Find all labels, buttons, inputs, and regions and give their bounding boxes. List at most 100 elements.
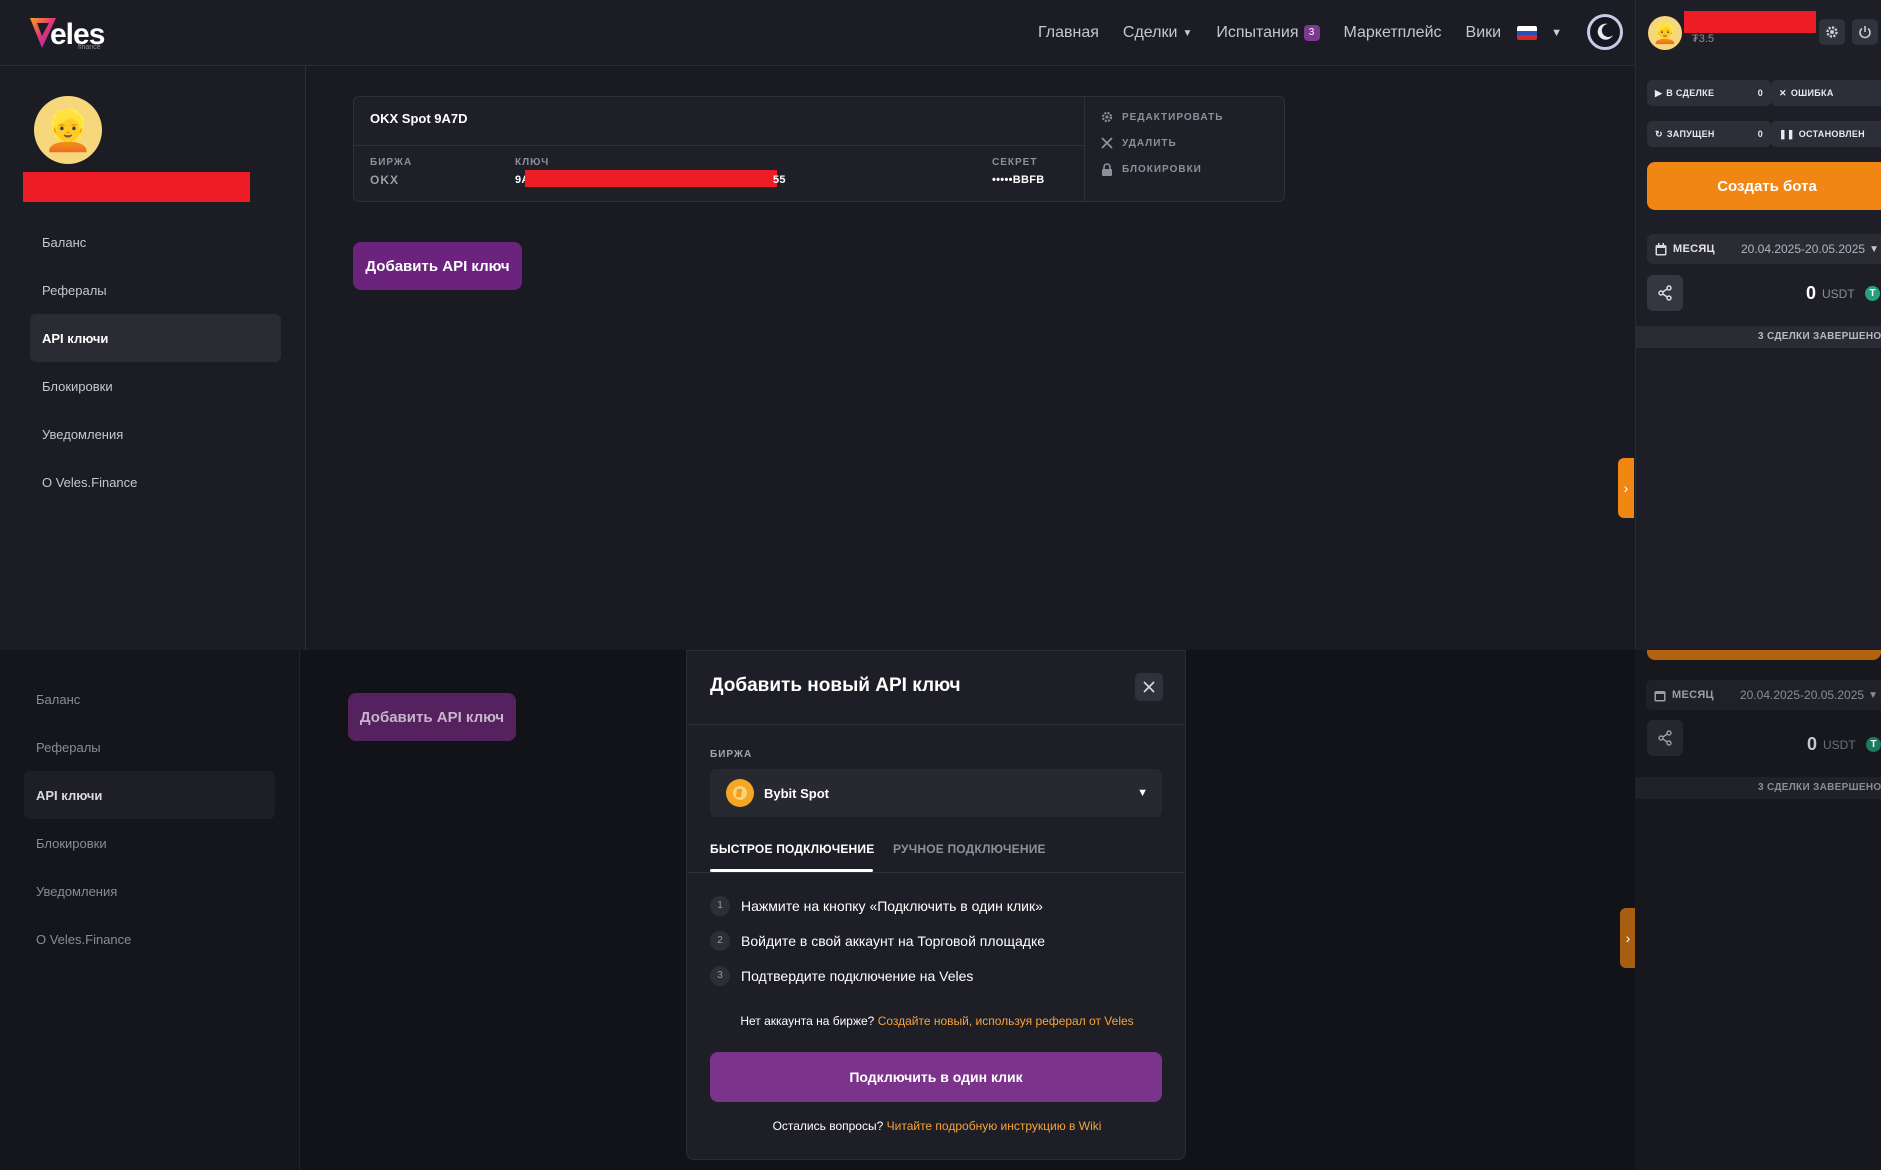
tab-manual-connect[interactable]: РУЧНОЕ ПОДКЛЮЧЕНИЕ [893, 842, 1046, 856]
logo-subtext: finance [78, 44, 101, 51]
veles-logo[interactable]: eles finance [28, 12, 118, 52]
card-divider [1084, 97, 1085, 201]
ru-flag-icon [1517, 26, 1538, 40]
sidebar-item-label: Уведомления [42, 426, 124, 442]
close-icon [1098, 137, 1116, 149]
edit-key-label: РЕДАКТИРОВАТЬ [1122, 111, 1224, 123]
nav-marketplace[interactable]: Маркетплейс [1344, 24, 1442, 42]
panel-toggle-tab-dimmed[interactable]: › [1620, 908, 1636, 968]
caret-down-icon: ▼ [1551, 27, 1562, 39]
power-icon [1859, 26, 1871, 39]
key-blocks-button[interactable]: БЛОКИРОВКИ [1098, 163, 1202, 176]
tether-icon: T [1866, 737, 1881, 752]
secret-value: •••••BBFB [992, 174, 1045, 186]
redacted-key [525, 170, 777, 187]
moon-icon [1597, 23, 1613, 40]
card-divider [354, 145, 1084, 146]
modal-close-button[interactable] [1135, 673, 1163, 701]
share-button[interactable] [1647, 275, 1683, 311]
stat-stopped[interactable]: ❚❚ОСТАНОВЛЕН0 [1771, 121, 1881, 147]
tab-quick-connect[interactable]: БЫСТРОЕ ПОДКЛЮЧЕНИЕ [710, 842, 874, 856]
stat-running[interactable]: ↻ ЗАПУЩЕН 0 [1647, 121, 1771, 147]
create-bot-button[interactable]: Создать бота [1647, 162, 1881, 210]
user-balance: ₮3.5 [1692, 33, 1715, 45]
add-api-key-button-dimmed[interactable]: Добавить API ключ [348, 693, 516, 741]
connect-step: 1 Нажмите на кнопку «Подключить в один кл… [710, 896, 1043, 916]
profile-sidebar-dimmed: Баланс Рефералы API ключи Блокировки Уве… [0, 650, 300, 1170]
logout-button[interactable] [1852, 19, 1878, 45]
language-selector[interactable]: ▼ [1517, 26, 1562, 40]
stat-in-deal-label: В СДЕЛКЕ [1666, 88, 1715, 98]
edit-key-button[interactable]: РЕДАКТИРОВАТЬ [1098, 111, 1223, 123]
period-selector[interactable]: МЕСЯЦ 20.04.2025-20.05.2025 ▼ [1647, 234, 1881, 264]
sidebar-item-notifications[interactable]: Уведомления [24, 867, 275, 915]
profile-avatar[interactable]: 👱 [34, 96, 102, 164]
no-account-note: Нет аккаунта на бирже? Создайте новый, и… [687, 1014, 1187, 1028]
key-label: КЛЮЧ [515, 157, 550, 168]
sidebar-item-about[interactable]: О Veles.Finance [30, 458, 281, 506]
user-avatar[interactable]: 👱 [1648, 16, 1682, 50]
sidebar-item-blocks[interactable]: Блокировки [24, 819, 275, 867]
period-selector[interactable]: МЕСЯЦ 20.04.2025-20.05.2025 ▼ [1646, 680, 1881, 710]
gear-icon [1826, 26, 1838, 38]
period-dates: 20.04.2025-20.05.2025 [1740, 242, 1866, 256]
sidebar-item-blocks[interactable]: Блокировки [30, 362, 281, 410]
gear-icon [1098, 111, 1116, 123]
step-number: 3 [710, 966, 730, 986]
step-number: 1 [710, 896, 730, 916]
sidebar-item-notifications[interactable]: Уведомления [30, 410, 281, 458]
nav-deals-label: Сделки [1122, 24, 1178, 41]
pause-icon: ❚❚ [1779, 128, 1795, 139]
sidebar-item-referrals[interactable]: Рефералы [24, 723, 275, 771]
nav-deals[interactable]: Сделки ▼ [1123, 24, 1192, 42]
step-text: Нажмите на кнопку «Подключить в один кли… [741, 898, 1043, 914]
sidebar-item-label: Баланс [42, 234, 87, 250]
add-api-key-button[interactable]: Добавить API ключ [353, 242, 522, 290]
delete-key-button[interactable]: УДАЛИТЬ [1098, 137, 1177, 149]
connect-step: 2 Войдите в свой аккаунт на Торговой площ… [710, 931, 1045, 951]
share-button[interactable] [1647, 720, 1683, 756]
profit-amount: 0 [1806, 283, 1817, 303]
sidebar-item-api-keys[interactable]: API ключи [24, 771, 275, 819]
nav-wiki-label: Вики [1465, 24, 1502, 41]
connect-step: 3 Подтвердите подключение на Veles [710, 966, 973, 986]
calendar-icon [1655, 242, 1667, 255]
sidebar-item-referrals[interactable]: Рефералы [30, 266, 281, 314]
connect-one-click-button[interactable]: Подключить в один клик [710, 1052, 1162, 1102]
sidebar-item-api-keys[interactable]: API ключи [30, 314, 281, 362]
period-label: МЕСЯЦ [1672, 689, 1714, 701]
sidebar-item-balance[interactable]: Баланс [24, 675, 275, 723]
exchange-select[interactable]: Bybit Spot ▼ [710, 769, 1162, 817]
share-icon [1658, 730, 1672, 746]
nav-marketplace-label: Маркетплейс [1343, 24, 1442, 41]
period-label: МЕСЯЦ [1673, 243, 1715, 255]
tabs-divider [687, 872, 1185, 873]
panel-toggle-tab[interactable]: › [1618, 458, 1634, 518]
theme-toggle-button[interactable] [1587, 14, 1623, 50]
settings-button[interactable] [1819, 19, 1845, 45]
wiki-instructions-link[interactable]: Читайте подробную инструкцию в Wiki [887, 1119, 1102, 1133]
selected-exchange: Bybit Spot [764, 785, 829, 801]
caret-down-icon: ▼ [1869, 243, 1879, 255]
nav-home[interactable]: Главная [1038, 24, 1099, 42]
close-icon [1143, 681, 1155, 693]
deals-completed-bar: 3 СДЕЛКИ ЗАВЕРШЕНО [1635, 777, 1881, 799]
deals-completed-bar: 3 СДЕЛКИ ЗАВЕРШЕНО [1636, 326, 1881, 348]
profile-sidebar: 👱 Баланс Рефералы API ключи Блокировки У… [0, 66, 306, 650]
sidebar-item-balance[interactable]: Баланс [30, 218, 281, 266]
profit-unit: USDT [1823, 738, 1856, 752]
bots-summary-panel-dimmed: МЕСЯЦ 20.04.2025-20.05.2025 ▼ 0 USDT T 3… [1635, 650, 1881, 1170]
sidebar-item-about[interactable]: О Veles.Finance [24, 915, 275, 963]
step-text: Подтвердите подключение на Veles [741, 968, 974, 984]
profit-unit: USDT [1822, 287, 1855, 301]
nav-challenges[interactable]: Испытания 3 [1216, 24, 1320, 42]
sidebar-item-label: Рефералы [42, 282, 107, 298]
play-icon: ▶ [1655, 87, 1663, 98]
stat-error-label: ОШИБКА [1790, 88, 1834, 98]
stat-in-deal[interactable]: ▶ В СДЕЛКЕ 0 [1647, 80, 1771, 106]
key-blocks-label: БЛОКИРОВКИ [1122, 164, 1202, 175]
stat-error[interactable]: ✕ОШИБКА3 [1771, 80, 1881, 106]
key-suffix: 55 [773, 174, 786, 186]
referral-signup-link[interactable]: Создайте новый, используя реферал от Vel… [878, 1014, 1134, 1028]
nav-wiki[interactable]: Вики [1466, 24, 1502, 42]
